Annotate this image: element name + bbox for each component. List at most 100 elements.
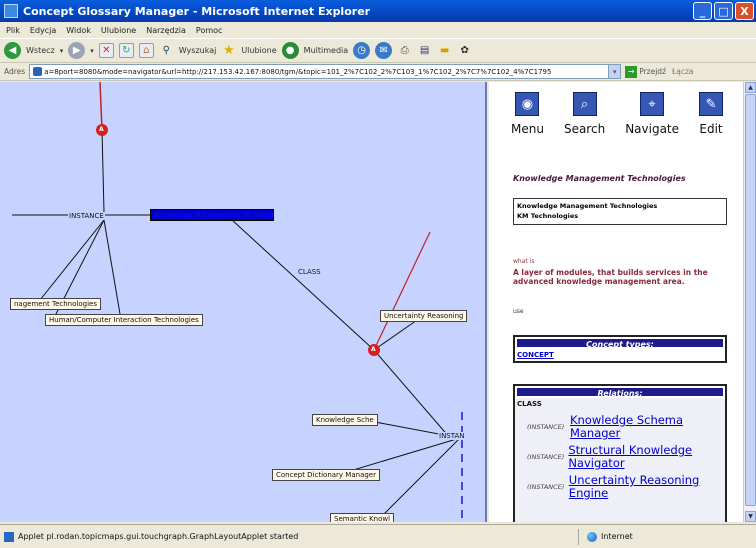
topic-names-box: Knowledge Management Technologies KM Tec… bbox=[513, 198, 727, 225]
graph-node[interactable]: Uncertainty Reasoning bbox=[380, 310, 468, 322]
applet-icon bbox=[4, 531, 14, 542]
page-icon bbox=[33, 67, 43, 76]
topic-panel: ◉ Menu ⌕ Search ⌖ Navigate ✎ Edit Knowle… bbox=[489, 82, 743, 522]
graph-node[interactable]: Concept Dictionary Manager bbox=[272, 469, 380, 481]
print-icon[interactable]: ⎙ bbox=[397, 43, 412, 58]
nav-edit-button[interactable]: ✎ Edit bbox=[699, 92, 724, 136]
relation-role: (INSTANCE) bbox=[527, 453, 565, 461]
media-label[interactable]: Multimedia bbox=[304, 46, 348, 55]
relations-box: Relations: CLASS (INSTANCE) Knowledge Sc… bbox=[513, 384, 727, 522]
address-dropdown-icon[interactable]: ▾ bbox=[609, 64, 622, 79]
window-title: Concept Glossary Manager - Microsoft Int… bbox=[23, 4, 371, 18]
nav-search-button[interactable]: ⌕ Search bbox=[564, 92, 605, 136]
graph-applet[interactable]: INSTANCE CLASS INSTAN A A Knowledge Mana… bbox=[0, 82, 487, 522]
minimize-button[interactable]: _ bbox=[693, 2, 712, 20]
scroll-down-icon[interactable]: ▼ bbox=[745, 511, 756, 522]
go-arrow-icon: → bbox=[625, 65, 638, 78]
home-icon[interactable]: ⌂ bbox=[138, 43, 154, 58]
topic-name: KM Technologies bbox=[517, 212, 579, 220]
topic-title: Knowledge Management Technologies bbox=[513, 174, 686, 183]
go-label: Przejdź bbox=[639, 67, 667, 76]
internet-zone-icon bbox=[587, 531, 597, 542]
back-dropdown-icon[interactable]: ▾ bbox=[60, 47, 64, 55]
security-zone: Internet bbox=[578, 528, 633, 545]
relation-role: (INSTANCE) bbox=[527, 483, 565, 491]
zone-label: Internet bbox=[601, 532, 633, 541]
globe-icon: ◉ bbox=[515, 92, 540, 116]
window-titlebar: Concept Glossary Manager - Microsoft Int… bbox=[0, 0, 756, 22]
relation-item: (INSTANCE) Structural Knowledge Navigato… bbox=[515, 444, 725, 470]
edge-label-instance: INSTANCE bbox=[68, 212, 105, 220]
relation-item: (INSTANCE) Knowledge Schema Manager bbox=[515, 414, 725, 440]
whatis-label: what is bbox=[513, 258, 535, 265]
nav-edit-label: Edit bbox=[699, 122, 723, 136]
topic-name: Knowledge Management Technologies bbox=[517, 202, 658, 210]
back-arrow-icon[interactable]: ◀ bbox=[4, 42, 21, 59]
pencil-icon: ✎ bbox=[699, 92, 724, 116]
relation-link[interactable]: Knowledge Schema Manager bbox=[570, 414, 725, 440]
graph-node[interactable]: nagement Technologies bbox=[10, 298, 101, 310]
node-marker-label: A bbox=[371, 346, 376, 353]
links-label[interactable]: Łącza bbox=[672, 67, 693, 76]
graph-node-selected[interactable]: Knowledge Management Technologies bbox=[150, 209, 274, 221]
nav-navigate-label: Navigate bbox=[625, 122, 680, 136]
menu-view[interactable]: Widok bbox=[66, 26, 91, 35]
close-button[interactable]: X bbox=[735, 2, 754, 20]
favorites-star-icon[interactable]: ★ bbox=[221, 43, 236, 58]
edge-label-instance-2: INSTAN bbox=[438, 432, 466, 440]
maximize-button[interactable]: □ bbox=[714, 2, 733, 20]
graph-node[interactable]: Human/Computer Interaction Technologies bbox=[45, 314, 203, 326]
favorites-label[interactable]: Ulubione bbox=[241, 46, 276, 55]
vertical-scrollbar[interactable]: ▲ ▼ bbox=[743, 82, 756, 522]
ie-icon bbox=[4, 4, 18, 18]
relation-item: (INSTANCE) Uncertainty Reasoning Engine bbox=[515, 474, 725, 500]
map-icon: ⌖ bbox=[640, 92, 665, 116]
concept-types-box: Concept types: CONCEPT bbox=[513, 335, 727, 363]
concept-types-header: Concept types: bbox=[515, 337, 725, 349]
edit-page-icon[interactable]: ▤ bbox=[417, 43, 432, 58]
forward-arrow-icon[interactable]: ▶ bbox=[68, 42, 86, 59]
search-label[interactable]: Wyszukaj bbox=[179, 46, 217, 55]
window-controls: _ □ X bbox=[693, 2, 754, 20]
menu-help[interactable]: Pomoc bbox=[196, 26, 223, 35]
nav-menu-button[interactable]: ◉ Menu bbox=[511, 92, 544, 136]
menu-bar: Plik Edycja Widok Ulubione Narzędzia Pom… bbox=[0, 22, 756, 39]
graph-node[interactable]: Knowledge Sche bbox=[312, 414, 378, 426]
relation-link[interactable]: Uncertainty Reasoning Engine bbox=[569, 474, 725, 500]
status-message-area: Applet pl.rodan.topicmaps.gui.touchgraph… bbox=[0, 531, 578, 542]
address-label: Adres bbox=[4, 67, 26, 76]
standard-toolbar: ◀ Wstecz ▾ ▶ ▾ ✕ ↻ ⌂ ⚲ Wyszukaj ★ Ulubio… bbox=[0, 39, 756, 63]
relation-link[interactable]: Structural Knowledge Navigator bbox=[568, 444, 725, 470]
topic-description: A layer of modules, that builds services… bbox=[513, 268, 708, 286]
menu-file[interactable]: Plik bbox=[6, 26, 20, 35]
address-input[interactable]: a=8port=8080&mode=navigator&url=http://2… bbox=[29, 64, 610, 79]
relation-role: (INSTANCE) bbox=[527, 423, 565, 431]
scroll-up-icon[interactable]: ▲ bbox=[745, 82, 756, 93]
node-marker-label: A bbox=[99, 126, 104, 133]
relations-header: Relations: bbox=[515, 386, 725, 398]
forward-dropdown-icon[interactable]: ▾ bbox=[90, 47, 94, 55]
messenger-icon[interactable]: ✿ bbox=[457, 43, 472, 58]
search-icon[interactable]: ⚲ bbox=[159, 43, 174, 58]
back-label[interactable]: Wstecz bbox=[26, 46, 55, 55]
status-bar: Applet pl.rodan.topicmaps.gui.touchgraph… bbox=[0, 524, 756, 548]
nav-navigate-button[interactable]: ⌖ Navigate bbox=[625, 92, 679, 136]
nav-menu-label: Menu bbox=[511, 122, 544, 136]
nav-search-label: Search bbox=[563, 122, 606, 136]
mail-icon[interactable]: ✉ bbox=[375, 42, 393, 59]
status-message: Applet pl.rodan.topicmaps.gui.touchgraph… bbox=[18, 532, 299, 541]
history-icon[interactable]: ◷ bbox=[353, 42, 371, 59]
edge-label-class: CLASS bbox=[297, 268, 322, 276]
graph-node[interactable]: Semantic Knowl bbox=[330, 513, 395, 522]
stop-icon[interactable]: ✕ bbox=[98, 43, 114, 58]
go-button[interactable]: → Przejdź bbox=[625, 65, 667, 78]
menu-tools[interactable]: Narzędzia bbox=[146, 26, 186, 35]
menu-favorites[interactable]: Ulubione bbox=[101, 26, 136, 35]
media-icon[interactable]: ● bbox=[281, 42, 299, 59]
refresh-icon[interactable]: ↻ bbox=[118, 43, 134, 58]
address-bar: Adres a=8port=8080&mode=navigator&url=ht… bbox=[0, 63, 756, 81]
address-url: a=8port=8080&mode=navigator&url=http://2… bbox=[44, 67, 552, 76]
folder-icon[interactable]: ▬ bbox=[437, 43, 452, 58]
menu-edit[interactable]: Edycja bbox=[30, 26, 56, 35]
scroll-thumb[interactable] bbox=[745, 94, 756, 506]
